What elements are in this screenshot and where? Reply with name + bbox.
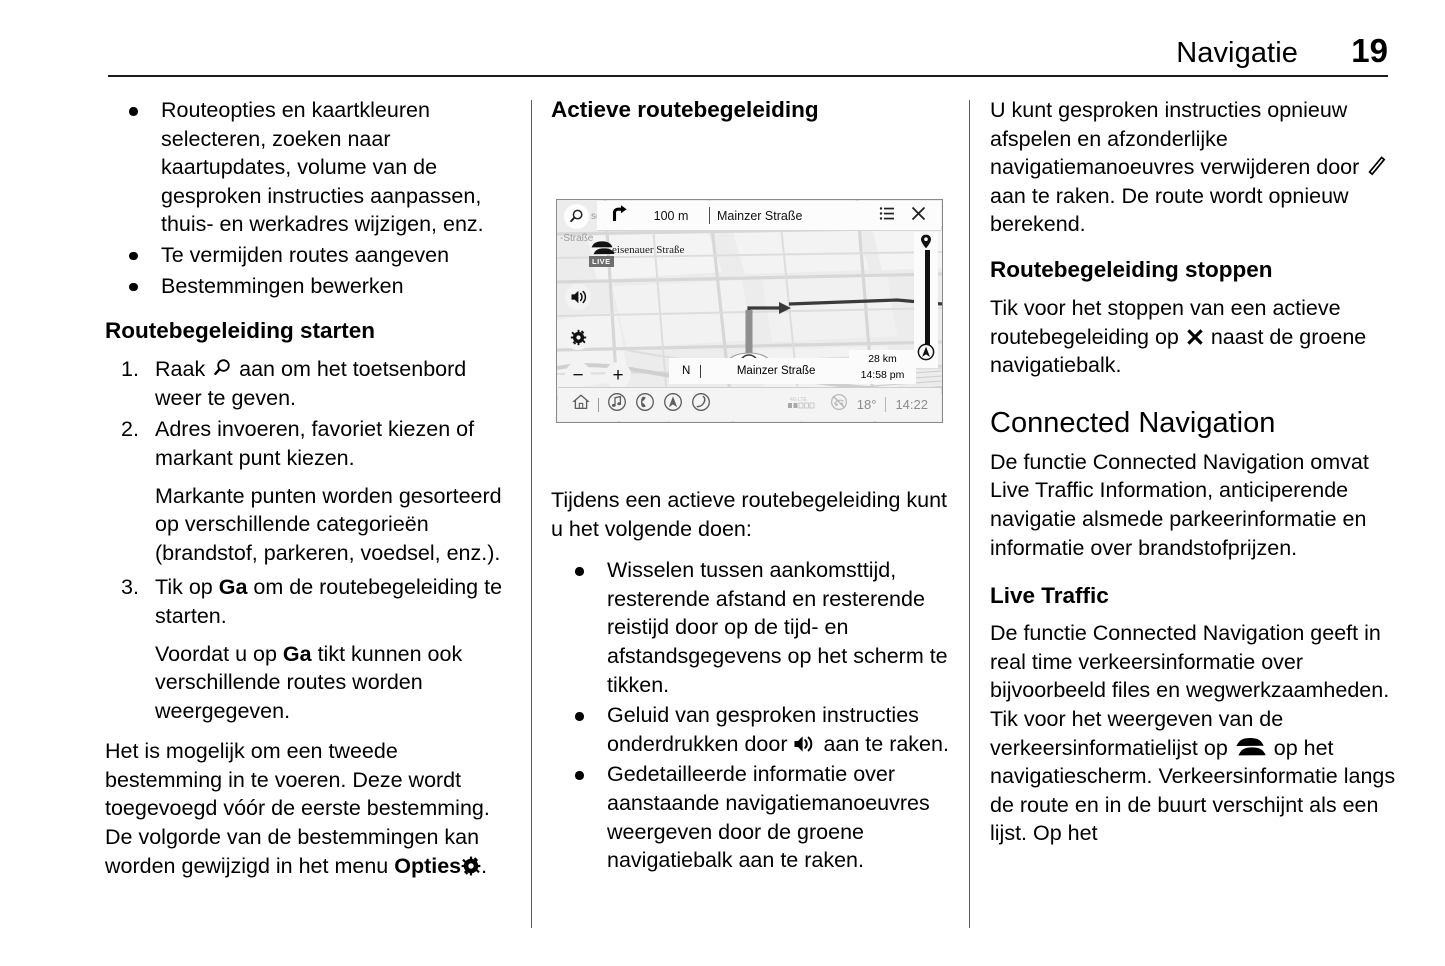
vehicle-position-icon: [917, 343, 935, 366]
opties-menu-label: Opties: [394, 853, 462, 878]
note-pre: Voordat u op: [155, 641, 283, 666]
second-destination-paragraph: Het is mogelijk om een tweede bestemming…: [105, 737, 514, 880]
step-number: 2.: [121, 417, 139, 442]
arrival-time: 14:58 pm: [860, 369, 905, 381]
during-guidance-bullet-list: Wisselen tussen aankomsttijd, resterende…: [551, 556, 960, 875]
para-post: .: [481, 853, 488, 878]
go-button-label: Ga: [218, 575, 248, 600]
next-street-name: Mainzer Straße: [717, 208, 803, 223]
intro-paragraph: Tijdens een actieve routebegeleiding kun…: [551, 488, 948, 541]
para-pre: U kunt gesproken instructies opnieuw afs…: [990, 98, 1366, 180]
search-button[interactable]: [564, 204, 589, 229]
turn-distance: 100 m: [653, 208, 689, 223]
volume-icon: [571, 290, 586, 304]
column-3: U kunt gesproken instructies opnieuw afs…: [990, 96, 1399, 861]
road-info-bar[interactable]: N Mainzer Straße: [669, 358, 867, 384]
pencil-icon: [1365, 155, 1387, 177]
current-road-name: Mainzer Straße: [736, 365, 816, 377]
navigation-bar[interactable]: [914, 232, 938, 368]
step-text-pre: Tik op: [155, 575, 219, 600]
navigation-icon[interactable]: [663, 392, 683, 417]
live-badge: LIVE: [589, 256, 614, 267]
start-guidance-steps: 1. Raak aan om het toetsenbord weer te ge…: [105, 355, 514, 472]
step-number: 1.: [121, 357, 139, 382]
navigation-screen-figure: -Straße Riccolcheim sol 100 m Mainzer St…: [556, 199, 943, 423]
gear-icon: [570, 329, 586, 345]
go-button-label-2: Ga: [282, 641, 312, 666]
list-item: 3. Tik op Ga om de routebegeleiding te st…: [105, 573, 514, 630]
signal-strength-icon: 4G LTE: [787, 395, 821, 415]
volume-icon: [793, 734, 817, 754]
home-icon[interactable]: [572, 393, 590, 416]
list-item: Routeopties en kaartkleuren selecteren, …: [105, 96, 514, 239]
heading-live-traffic: Live Traffic: [990, 583, 1109, 609]
connected-navigation-paragraph: De functie Connected Navigation omvat Li…: [990, 449, 1369, 560]
temperature: 18°: [856, 397, 877, 412]
step-text: Adres invoeren, favoriet kiezen of marka…: [155, 417, 475, 470]
no-connection-icon: [830, 393, 848, 416]
separator: [598, 397, 599, 412]
column-divider-1: [531, 100, 532, 928]
column-divider-2: [969, 100, 970, 928]
chapter-title: Navigatie: [1176, 37, 1298, 69]
live-traffic-paragraph: De functie Connected Navigation geeft in…: [990, 619, 1399, 848]
map-street-label: eisenauer Straße: [612, 244, 685, 256]
phone-icon[interactable]: [635, 392, 655, 417]
step2-note: Markante punten worden gesorteerd op ver…: [155, 483, 502, 565]
list-icon[interactable]: [879, 205, 896, 227]
step-number: 3.: [121, 575, 139, 600]
search-icon: [211, 357, 233, 379]
gear-icon: [461, 856, 481, 876]
list-item: 2. Adres invoeren, favoriet kiezen of mar…: [105, 415, 514, 472]
close-icon: [1185, 327, 1205, 347]
zoom-in-button[interactable]: +: [605, 362, 631, 388]
page-header: Navigatie 19: [108, 24, 1388, 80]
column-1: Routeopties en kaartkleuren selecteren, …: [105, 96, 514, 893]
map-label-left: -Straße: [560, 233, 594, 244]
clock: 14:22: [895, 397, 928, 412]
guidance-bar[interactable]: 100 m Mainzer Straße: [597, 201, 941, 231]
heading-connected-navigation: Connected Navigation: [990, 406, 1276, 439]
column-2: Actieve routebegeleiding: [551, 96, 960, 148]
route-progress-line: [925, 250, 930, 346]
seat-icon[interactable]: [691, 392, 711, 417]
heading-routebegeleiding-stoppen: Routebegeleiding stoppen: [990, 256, 1273, 282]
stop-guidance-paragraph: Tik voor het stoppen van een actieve rou…: [990, 294, 1399, 380]
step-text-pre: Raak: [155, 357, 212, 382]
mute-voice-button[interactable]: [565, 284, 591, 310]
page-number: 19: [1351, 32, 1388, 69]
feature-bullet-list: Routeopties en kaartkleuren selecteren, …: [105, 96, 514, 300]
svg-text:4G LTE: 4G LTE: [790, 397, 808, 403]
heading-actieve-routebegeleiding: Actieve routebegeleiding: [551, 97, 819, 122]
plus-icon: +: [612, 364, 624, 386]
system-bar: 4G LTE 18° 14:22: [558, 387, 941, 421]
turn-right-icon: [609, 204, 628, 228]
step3-note: Voordat u op Ga tikt kunnen ook verschil…: [105, 640, 514, 726]
list-item: Wisselen tussen aankomsttijd, resterende…: [551, 556, 960, 699]
minus-icon: −: [572, 364, 584, 386]
close-icon[interactable]: [910, 205, 927, 227]
search-icon: [570, 209, 583, 223]
para-post: aan te raken. De route wordt opnieuw ber…: [990, 183, 1349, 237]
list-item: Te vermijden routes aangeven: [105, 241, 514, 270]
music-icon[interactable]: [607, 392, 627, 417]
header-rule: [108, 75, 1388, 77]
separator: [885, 397, 887, 412]
column-2-lower: Tijdens een actieve routebegeleiding kun…: [551, 486, 960, 877]
list-item: 1. Raak aan om het toetsenbord weer te ge…: [105, 355, 514, 412]
start-guidance-step3: 3. Tik op Ga om de routebegeleiding te st…: [105, 573, 514, 630]
list-item: Bestemmingen bewerken: [105, 272, 514, 301]
list-item: Geluid van gesproken instructies onderdr…: [551, 701, 960, 758]
heading-routebegeleiding-starten: Routebegeleiding starten: [105, 318, 376, 344]
map-settings-button[interactable]: [565, 324, 591, 350]
zoom-out-button[interactable]: −: [565, 362, 591, 388]
replay-instructions-paragraph: U kunt gesproken instructies opnieuw afs…: [990, 96, 1399, 239]
list-item: Gedetailleerde informatie over aanstaand…: [551, 760, 960, 874]
bullet-text-post: aan te raken.: [817, 731, 949, 756]
compass-direction: N: [682, 365, 691, 377]
traffic-cars-icon: [1234, 736, 1268, 758]
remaining-distance: 28 km: [868, 353, 897, 365]
eta-box[interactable]: 28 km 14:58 pm: [849, 350, 916, 384]
separator: [709, 207, 710, 224]
